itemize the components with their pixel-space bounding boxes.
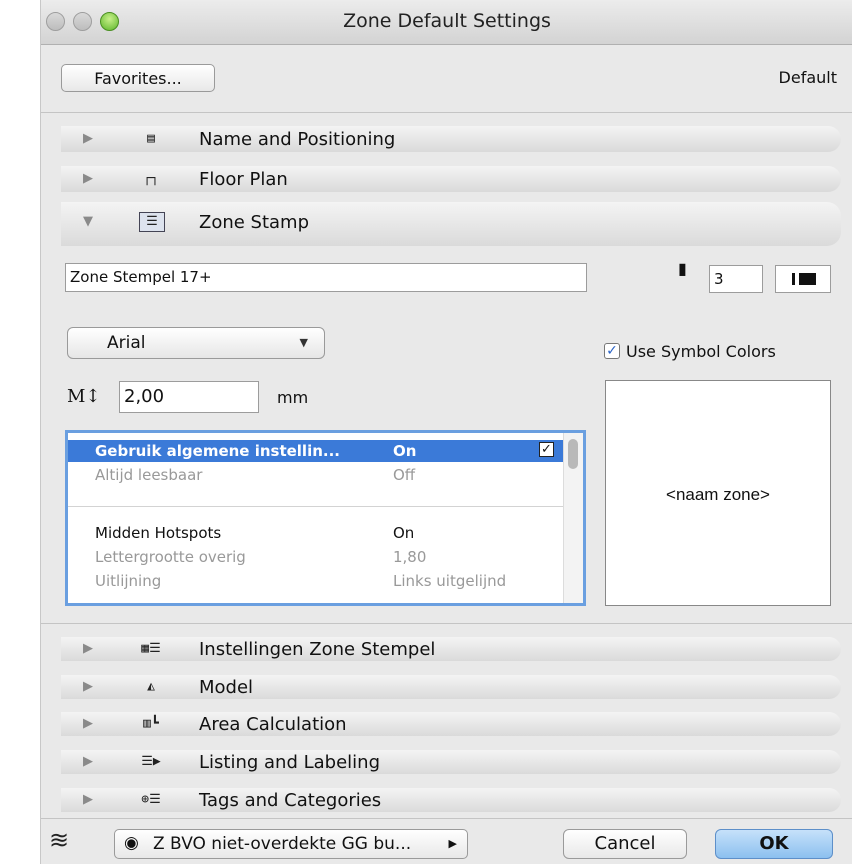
- section-label: Floor Plan: [199, 169, 288, 190]
- param-value: 1,80: [393, 548, 427, 566]
- title-bar: Zone Default Settings: [41, 0, 852, 45]
- tags-icon: ⊕☰: [141, 792, 161, 807]
- disclosure-right-icon: ▶: [83, 792, 93, 807]
- section-label: Zone Stamp: [199, 212, 310, 233]
- param-value: On: [393, 524, 415, 542]
- section-area-calculation[interactable]: ▶ ▥┗ Area Calculation: [61, 712, 841, 736]
- cancel-button[interactable]: Cancel: [563, 829, 687, 859]
- param-name: Altijd leesbaar: [95, 466, 203, 484]
- pen-icon: ▮: [678, 259, 687, 278]
- divider: [41, 623, 852, 624]
- default-label: Default: [778, 68, 837, 87]
- parameter-list[interactable]: Gebruik algemene instellin... On ✓ Altij…: [65, 430, 586, 606]
- section-label: Name and Positioning: [199, 129, 396, 150]
- disclosure-right-icon: ▶: [83, 716, 93, 731]
- disclosure-right-icon: ▶: [83, 171, 93, 186]
- window-title: Zone Default Settings: [343, 10, 551, 32]
- section-listing-and-labeling[interactable]: ▶ ☰▶ Listing and Labeling: [61, 750, 841, 774]
- favorites-button[interactable]: Favorites...: [61, 64, 215, 92]
- zone-default-settings-dialog: Zone Default Settings Favorites... Defau…: [40, 0, 852, 864]
- chevron-right-icon: ▶: [448, 837, 457, 850]
- section-label: Instellingen Zone Stempel: [199, 639, 436, 660]
- area-calculation-icon: ▥┗: [143, 716, 159, 731]
- layer-name: Z BVO niet-overdekte GG bu...: [153, 834, 412, 854]
- section-label: Area Calculation: [199, 714, 347, 735]
- model-icon: ◭: [147, 679, 155, 694]
- size-unit: mm: [277, 388, 309, 407]
- font-dropdown[interactable]: Arial ▼: [67, 327, 325, 359]
- section-tags-and-categories[interactable]: ▶ ⊕☰ Tags and Categories: [61, 788, 841, 812]
- section-label: Model: [199, 677, 254, 698]
- pen-number-field[interactable]: 3: [709, 265, 763, 293]
- line-type-picker[interactable]: [775, 265, 831, 293]
- layers-icon: ≋: [49, 826, 70, 854]
- stamp-name-field[interactable]: Zone Stempel 17+: [65, 263, 587, 292]
- name-positioning-icon: ▤: [147, 131, 155, 146]
- section-name-and-positioning[interactable]: ▶ ▤ Name and Positioning: [61, 126, 841, 152]
- zone-stamp-icon: ☰: [139, 212, 165, 232]
- param-name: Gebruik algemene instellin...: [95, 442, 340, 460]
- disclosure-down-icon: ▼: [83, 214, 93, 229]
- section-floor-plan[interactable]: ▶ ┌┐ Floor Plan: [61, 166, 841, 192]
- section-label: Tags and Categories: [199, 790, 382, 811]
- param-name: Lettergrootte overig: [95, 548, 246, 566]
- preview-text: <naam zone>: [666, 485, 770, 504]
- list-item[interactable]: Altijd leesbaar Off: [68, 464, 564, 486]
- list-item[interactable]: Uitlijning Links uitgelijnd: [68, 570, 564, 592]
- layer-dropdown[interactable]: ◉ Z BVO niet-overdekte GG bu... ▶: [114, 829, 468, 859]
- font-value: Arial: [107, 333, 146, 353]
- use-symbol-colors-label: Use Symbol Colors: [626, 342, 776, 361]
- list-item[interactable]: Midden Hotspots On: [68, 522, 564, 544]
- list-item[interactable]: Lettergrootte overig 1,80: [68, 546, 564, 568]
- list-item-selected[interactable]: Gebruik algemene instellin... On ✓: [68, 440, 564, 462]
- disclosure-right-icon: ▶: [83, 754, 93, 769]
- listing-labeling-icon: ☰▶: [141, 754, 161, 769]
- disclosure-right-icon: ▶: [83, 131, 93, 146]
- section-instellingen-zone-stempel[interactable]: ▶ ▦☰ Instellingen Zone Stempel: [61, 637, 841, 661]
- disclosure-right-icon: ▶: [83, 679, 93, 694]
- section-label: Listing and Labeling: [199, 752, 381, 773]
- text-size-icon: M↕: [67, 386, 101, 407]
- stamp-settings-icon: ▦☰: [141, 641, 161, 656]
- param-name: Uitlijning: [95, 572, 162, 590]
- divider: [41, 818, 852, 819]
- size-input[interactable]: 2,00: [119, 381, 259, 413]
- section-zone-stamp[interactable]: ▼ ☰ Zone Stamp: [61, 202, 841, 246]
- ok-button[interactable]: OK: [715, 829, 833, 859]
- section-model[interactable]: ▶ ◭ Model: [61, 675, 841, 699]
- chevron-down-icon: ▼: [299, 336, 308, 349]
- scrollbar[interactable]: [563, 433, 583, 603]
- stamp-preview: <naam zone>: [605, 380, 831, 606]
- param-value: Links uitgelijnd: [393, 572, 507, 590]
- param-value: Off: [393, 466, 416, 484]
- use-symbol-colors-checkbox[interactable]: ✓: [604, 343, 620, 359]
- param-name: Midden Hotspots: [95, 524, 222, 542]
- floor-plan-icon: ┌┐: [143, 171, 159, 186]
- scrollbar-thumb[interactable]: [568, 439, 578, 469]
- list-separator: [68, 506, 564, 507]
- param-checkbox[interactable]: ✓: [539, 442, 554, 457]
- disclosure-right-icon: ▶: [83, 641, 93, 656]
- eye-icon: ◉: [124, 833, 139, 853]
- divider: [41, 112, 852, 113]
- param-value: On: [393, 442, 417, 460]
